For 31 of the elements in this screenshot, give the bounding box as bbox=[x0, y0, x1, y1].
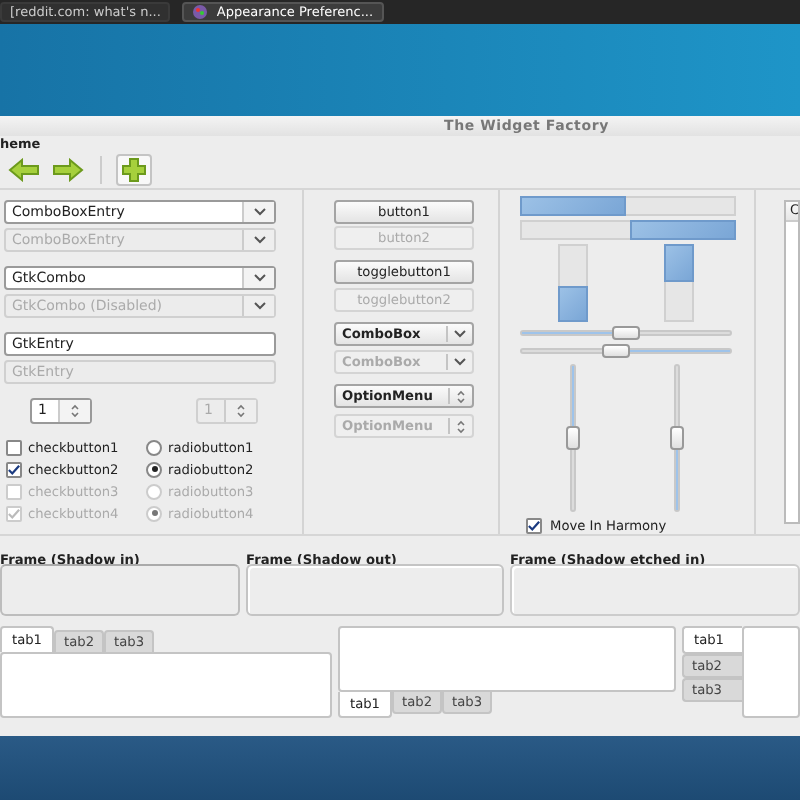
checkmark-icon bbox=[528, 520, 540, 532]
plus-icon bbox=[122, 158, 146, 182]
paint-palette-icon bbox=[192, 4, 209, 20]
arrow-right-icon bbox=[52, 158, 84, 182]
back-button[interactable] bbox=[6, 154, 42, 186]
vertical-slider[interactable] bbox=[674, 364, 680, 512]
up-down-arrows-icon bbox=[70, 404, 80, 418]
checkmark-icon bbox=[8, 507, 20, 519]
slider-handle[interactable] bbox=[612, 326, 640, 340]
chevron-down-icon bbox=[253, 208, 265, 216]
chevron-down-icon bbox=[253, 274, 265, 282]
up-down-arrows-icon bbox=[236, 404, 246, 418]
radio-circle[interactable] bbox=[146, 439, 162, 455]
slider-handle[interactable] bbox=[670, 426, 684, 450]
up-down-arrows-icon bbox=[456, 419, 466, 433]
arrow-left-icon bbox=[8, 158, 40, 182]
up-down-arrows-icon bbox=[456, 389, 466, 403]
chevron-down-icon bbox=[454, 358, 466, 366]
slider-handle[interactable] bbox=[566, 426, 580, 450]
vertical-slider[interactable] bbox=[570, 364, 576, 512]
horizontal-slider[interactable] bbox=[520, 330, 732, 336]
slider-handle[interactable] bbox=[601, 344, 630, 358]
radio-circle[interactable] bbox=[146, 461, 162, 477]
chevron-down-icon bbox=[253, 236, 265, 244]
notebook-page bbox=[742, 626, 800, 718]
horizontal-slider[interactable] bbox=[520, 348, 732, 354]
chevron-down-icon bbox=[454, 330, 466, 338]
chevron-down-icon bbox=[253, 302, 265, 310]
forward-button[interactable] bbox=[50, 154, 86, 186]
checkmark-icon bbox=[8, 463, 20, 475]
add-button[interactable] bbox=[116, 154, 152, 186]
